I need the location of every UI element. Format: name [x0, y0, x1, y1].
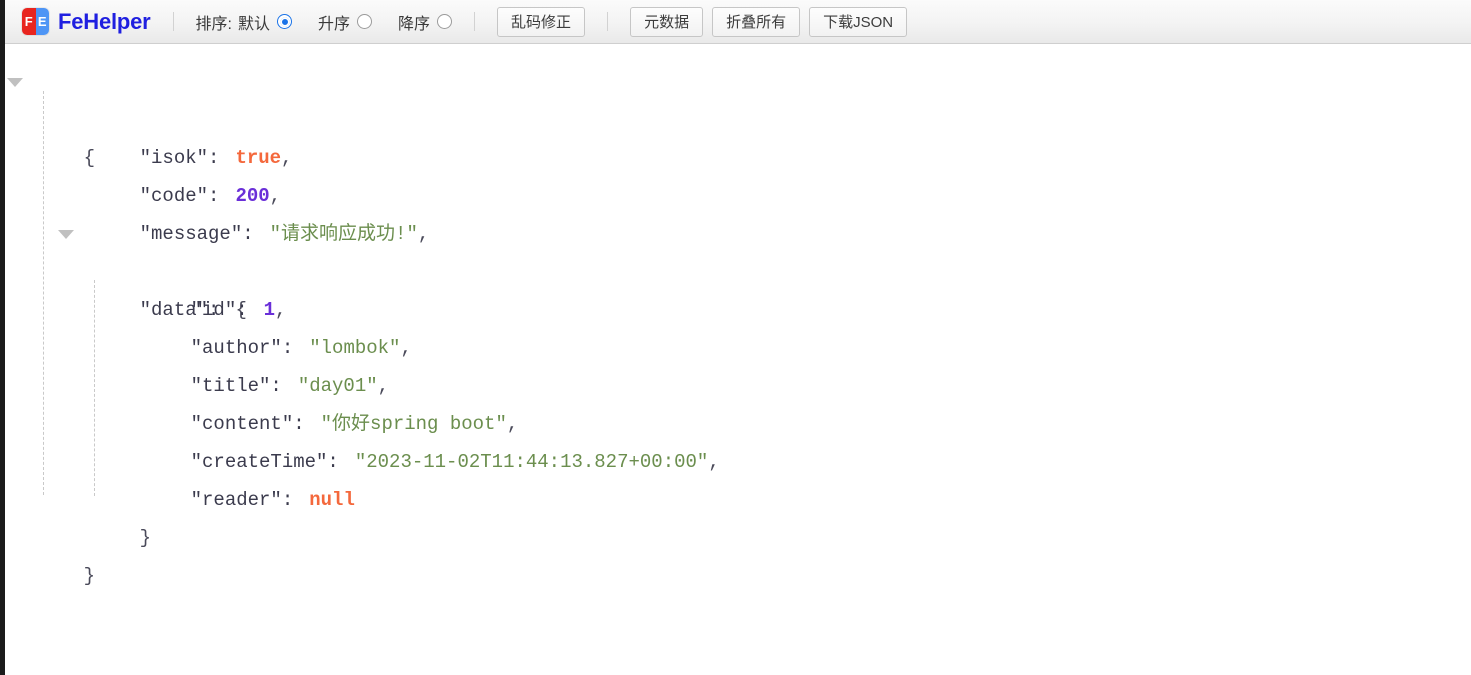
sort-option-default-radio[interactable] — [277, 14, 293, 29]
toolbar-separator-2 — [474, 12, 476, 31]
json-row-content: "content": "你好spring boot", — [5, 367, 1471, 435]
json-row-isok: "isok": true, — [5, 101, 1471, 169]
left-edge-strip — [0, 0, 5, 675]
json-row-root-open: { — [5, 63, 1471, 169]
toolbar-separator-1 — [172, 12, 174, 31]
json-row-code: "code": 200, — [5, 139, 1471, 207]
logo-right-half: E — [35, 8, 49, 35]
json-row-id: "id": 1, — [5, 253, 1471, 321]
collapse-toggle-root[interactable] — [7, 78, 23, 87]
sort-option-ascending[interactable]: 升序 — [318, 10, 373, 34]
sort-control-group: 排序: 默认 升序 降序 — [196, 10, 453, 34]
json-row-createtime: "createTime": "2023-11-02T11:44:13.827+00… — [5, 405, 1471, 473]
collapse-all-button[interactable]: 折叠所有 — [712, 6, 801, 37]
sort-option-default[interactable]: 默认 — [238, 10, 293, 34]
sort-option-descending-label: 降序 — [398, 15, 431, 33]
fehelper-logo-icon: F E — [22, 8, 49, 35]
brand-title: FeHelper — [58, 8, 151, 34]
sort-option-default-label: 默认 — [238, 15, 271, 33]
json-row-data-open: "data":{ — [5, 215, 1471, 321]
json-row-root-close: } — [5, 519, 1471, 587]
collapse-toggle-data[interactable] — [58, 230, 74, 239]
download-json-button[interactable]: 下载JSON — [809, 6, 908, 37]
toolbar-separator-3 — [607, 12, 609, 31]
json-row-data-close: } — [5, 481, 1471, 549]
json-row-author: "author": "lombok", — [5, 291, 1471, 359]
toolbar-button-group: 元数据 折叠所有 下载JSON — [630, 6, 908, 37]
sort-label: 排序: — [195, 15, 232, 33]
sort-option-descending-radio[interactable] — [437, 14, 453, 29]
sort-option-ascending-radio[interactable] — [357, 14, 373, 29]
brand: F E FeHelper — [22, 8, 151, 35]
toolbar: F E FeHelper 排序: 默认 升序 降序 乱码修正 元数据 折叠所有 … — [0, 0, 1471, 44]
metadata-button[interactable]: 元数据 — [630, 6, 704, 37]
json-viewer: { "isok": true, "code": 200, "message": "请求… — [5, 45, 1471, 675]
json-row-message: "message": "请求响应成功!", — [5, 177, 1471, 245]
sort-option-ascending-label: 升序 — [318, 15, 351, 33]
fix-encoding-button[interactable]: 乱码修正 — [497, 6, 586, 37]
logo-left-half: F — [22, 8, 36, 35]
sort-option-descending[interactable]: 降序 — [398, 10, 453, 34]
json-row-reader: "reader": null — [5, 443, 1471, 511]
root-close-brace: } — [83, 565, 96, 587]
json-row-title: "title": "day01", — [5, 329, 1471, 397]
